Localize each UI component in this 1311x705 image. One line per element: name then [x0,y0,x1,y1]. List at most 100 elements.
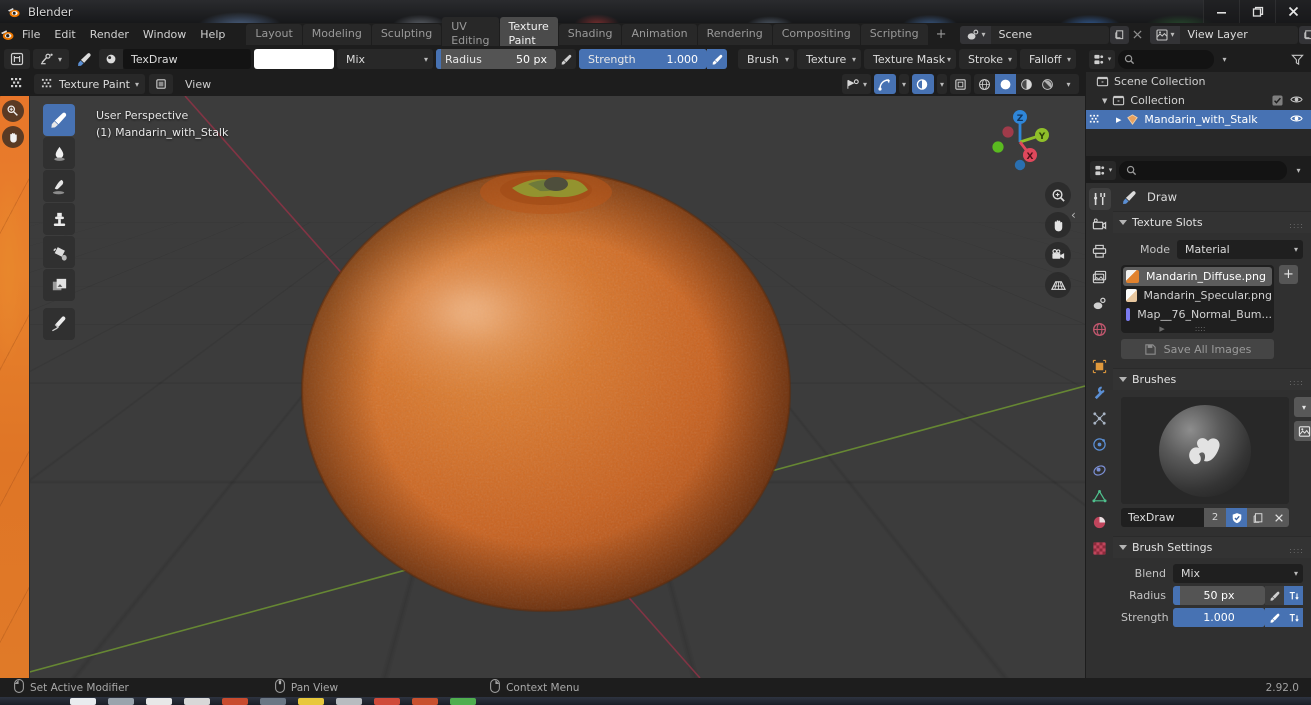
radius-slider[interactable]: 50 px [1173,586,1265,605]
shading-material-preview[interactable] [1016,74,1037,94]
properties-options-dropdown[interactable]: ▾ [1290,166,1307,175]
outliner-expander-collection[interactable]: ▼ [1102,97,1107,105]
cursor-icon[interactable] [2,100,24,122]
taskbar-item[interactable] [336,697,362,705]
taskbar-item[interactable] [298,697,324,705]
save-all-images-button[interactable]: Save All Images [1121,339,1274,359]
soften-tool-button[interactable] [43,137,75,169]
radius-pressure-icon[interactable] [556,49,576,69]
taskbar-item[interactable] [412,697,438,705]
menu-edit[interactable]: Edit [47,25,82,44]
properties-tab-particles[interactable] [1089,407,1111,429]
outliner-display-icon[interactable]: ▾ [1089,49,1115,69]
strength-pressure-icon[interactable] [707,49,727,69]
panel-header-brush-settings[interactable]: Brush Settings :::: [1113,536,1311,558]
properties-search-input[interactable] [1119,160,1287,180]
properties-tab-modifiers[interactable] [1089,381,1111,403]
pan-hand-icon[interactable] [1045,212,1071,238]
texture-slot-item[interactable]: Mandarin_Specular.png [1123,286,1272,305]
fake-user-shield-icon[interactable] [1226,508,1247,527]
taskbar-item[interactable] [222,697,248,705]
outliner-row-mandarin[interactable]: ▶ Mandarin_with_Stalk [1086,110,1311,129]
panel-header-texture-slots[interactable]: Texture Slots :::: [1113,211,1311,233]
maximize-button[interactable] [1239,0,1275,23]
shading-solid[interactable] [995,74,1016,94]
falloff-menu[interactable]: Falloff ▾ [1020,49,1076,69]
brush-preset-dropdown[interactable]: ▾ [33,49,69,69]
taskbar-item[interactable] [450,697,476,705]
grid-ortho-icon[interactable] [1045,272,1071,298]
properties-tab-texture[interactable] [1089,537,1111,559]
clone-tool-button[interactable] [43,203,75,235]
remove-scene-button[interactable] [1129,26,1147,44]
hand-icon[interactable] [2,126,24,148]
blender-menu-icon[interactable] [0,27,15,42]
zoom-icon[interactable] [1045,182,1071,208]
taskbar-item[interactable] [70,697,96,705]
gizmo-dropdown[interactable]: ▾ [898,74,909,94]
sidebar-toggle-arrow[interactable]: ‹ [1071,208,1076,222]
editor-type-icon[interactable] [4,49,30,69]
fill-tool-button[interactable] [43,236,75,268]
image-editor-strip[interactable] [0,96,30,678]
xray-toggle[interactable] [950,74,971,94]
radius-unit-icon[interactable] [1284,586,1303,605]
workspace-tab-animation[interactable]: Animation [622,24,697,45]
blend-mode-dropdown[interactable]: Mix ▾ [337,49,433,69]
blend-dropdown[interactable]: Mix ▾ [1173,564,1303,583]
outliner-filter-dropdown[interactable]: ▾ [1217,55,1232,64]
brush-thumbnail-icon[interactable] [99,49,123,69]
add-texture-slot-button[interactable]: + [1279,265,1298,284]
filter-icon[interactable] [1286,53,1308,66]
properties-tab-physics[interactable] [1089,433,1111,455]
add-workspace-button[interactable]: + [929,25,954,44]
collection-visibility-eye-icon[interactable] [1290,94,1303,108]
properties-tab-data[interactable] [1089,485,1111,507]
outliner-row-collection[interactable]: ▼ Collection [1086,91,1311,110]
workspace-tab-compositing[interactable]: Compositing [772,24,860,45]
mode-dropdown[interactable]: Texture Paint ▾ [34,74,145,94]
taskbar-item[interactable] [374,697,400,705]
image-icon[interactable] [1294,421,1311,441]
object-visibility-eye-icon[interactable] [1290,113,1303,127]
brush-preview[interactable] [1121,397,1289,504]
properties-tab-object[interactable] [1089,355,1111,377]
radius-slider[interactable]: Radius 50 px [436,49,556,69]
menu-window[interactable]: Window [136,25,193,44]
strength-pressure-icon[interactable] [1265,608,1284,627]
taskbar-item[interactable] [260,697,286,705]
menu-render[interactable]: Render [83,25,136,44]
brush-color-swatch[interactable] [254,49,334,69]
menu-file[interactable]: File [15,25,47,44]
mandarin-object[interactable] [0,96,1085,678]
viewlayer-pill[interactable]: ▾ View Layer [1149,25,1298,44]
shading-rendered[interactable] [1037,74,1058,94]
smear-tool-button[interactable] [43,170,75,202]
camera-icon[interactable] [1045,242,1071,268]
view-menu[interactable]: View [177,76,219,93]
brush-name-field[interactable]: TexDraw [1121,508,1204,527]
properties-editor-icon[interactable]: ▾ [1090,160,1116,180]
strength-slider[interactable]: 1.000 [1173,608,1265,627]
texture-mode-dropdown[interactable]: Material ▾ [1177,240,1303,259]
brush-menu[interactable]: Brush ▾ [738,49,794,69]
annotate-tool-button[interactable] [43,308,75,340]
taskbar-item[interactable] [184,697,210,705]
panel-header-brushes[interactable]: Brushes :::: [1113,368,1311,390]
close-button[interactable] [1275,0,1311,23]
delete-brush-x-icon[interactable] [1268,508,1289,527]
shading-wireframe[interactable] [974,74,995,94]
overlays-toggle[interactable] [911,74,934,94]
minimize-button[interactable] [1203,0,1239,23]
workspace-tab-shading[interactable]: Shading [558,24,622,45]
workspace-tab-sculpting[interactable]: Sculpting [371,24,442,45]
properties-tab-material[interactable] [1089,511,1111,533]
chevron-down-icon[interactable]: ▾ [1294,397,1311,417]
scene-pill[interactable]: ▾ Scene [959,25,1109,44]
new-scene-icon[interactable] [1109,25,1129,44]
texture-slot-list[interactable]: Mandarin_Diffuse.png Mandarin_Specular.p… [1121,265,1274,333]
outliner-search-input[interactable] [1118,49,1214,69]
radius-pressure-icon[interactable] [1265,586,1284,605]
texture-mask-menu[interactable]: Texture Mask ▾ [864,49,956,69]
texture-menu[interactable]: Texture ▾ [797,49,861,69]
